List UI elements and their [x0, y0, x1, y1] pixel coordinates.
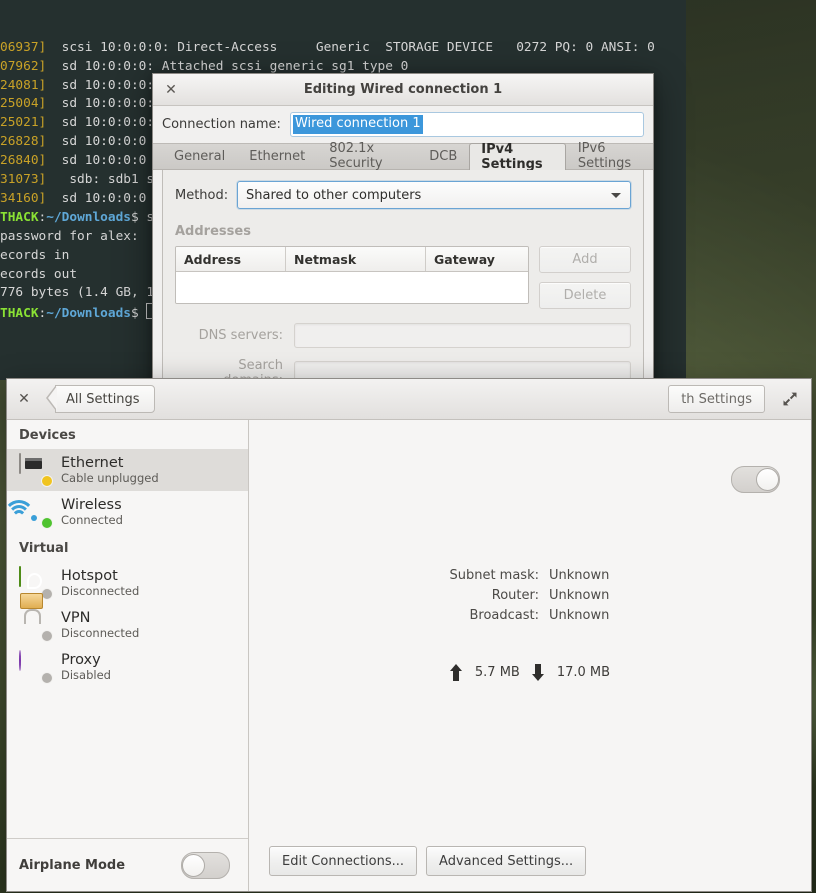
detail-value: Unknown	[549, 608, 610, 623]
connection-name-row: Connection name: Wired connection 1	[153, 106, 653, 143]
sidebar-item-ethernet[interactable]: Ethernet Cable unplugged	[7, 449, 248, 491]
addresses-buttons: Add Delete	[539, 246, 631, 309]
sidebar-item-vpn[interactable]: VPN Disconnected	[7, 593, 248, 646]
settings-main-panel: Subnet mask: Unknown Router: Unknown Broadca…	[249, 420, 811, 891]
maximize-icon[interactable]	[781, 390, 799, 408]
status-badge	[41, 517, 53, 529]
dialog-titlebar: ✕ Editing Wired connection 1	[153, 74, 653, 106]
terminal-line: 06937] scsi 10:0:0:0: Direct-Access Gene…	[0, 39, 655, 55]
sidebar-group-label: Virtual	[19, 541, 69, 556]
dialog-tabbar: General Ethernet 802.1x Security DCB IPv4 Se…	[153, 141, 653, 172]
device-status: Connected	[61, 512, 123, 527]
settings-body: Devices Ethernet Cable unplugged Wireless Co…	[7, 420, 811, 891]
delete-address-button[interactable]: Delete	[539, 282, 631, 309]
sidebar-item-hotspot[interactable]: Hotspot Disconnected	[7, 562, 248, 604]
connection-details: Subnet mask: Unknown Router: Unknown Broadca…	[249, 568, 811, 623]
column-header-netmask: Netmask	[286, 247, 426, 271]
all-settings-label: All Settings	[66, 391, 140, 407]
method-value: Shared to other computers	[246, 187, 422, 203]
add-address-button[interactable]: Add	[539, 246, 631, 273]
settings-sidebar: Devices Ethernet Cable unplugged Wireless Co…	[7, 420, 249, 891]
detail-row: Subnet mask: Unknown	[249, 568, 811, 583]
traffic-stats: 5.7 MB 17.0 MB	[249, 664, 811, 681]
field-row: DNS servers:	[175, 323, 631, 348]
detail-label: Broadcast:	[469, 608, 539, 623]
settings-close-icon[interactable]: ✕	[7, 391, 41, 407]
toggle-knob	[756, 468, 779, 491]
network-settings-window: ✕ All Settings th Settings Devices Ethern…	[6, 378, 812, 892]
sidebar-item-proxy[interactable]: Proxy Disabled	[7, 646, 248, 688]
detail-label: Subnet mask:	[449, 568, 539, 583]
upload-arrow-icon	[449, 664, 463, 681]
desktop-root: 06937] scsi 10:0:0:0: Direct-Access Gene…	[0, 0, 816, 893]
column-header-address: Address	[176, 247, 286, 271]
device-status: Disabled	[61, 667, 111, 682]
detail-label: Router:	[491, 588, 539, 603]
addresses-table[interactable]: Address Netmask Gateway	[175, 246, 529, 304]
status-badge	[41, 475, 53, 487]
settings-header: ✕ All Settings th Settings	[7, 379, 811, 420]
tab-ethernet[interactable]: Ethernet	[237, 143, 317, 169]
device-name: Ethernet	[61, 455, 124, 472]
addresses-table-header: Address Netmask Gateway	[176, 247, 528, 272]
connection-name-input[interactable]: Wired connection 1	[289, 112, 644, 137]
tab-ipv4-settings[interactable]: IPv4 Settings	[469, 142, 566, 172]
close-icon[interactable]: ✕	[162, 81, 180, 98]
method-row: Method: Shared to other computers	[175, 181, 631, 209]
device-enable-toggle[interactable]	[731, 466, 780, 493]
airplane-mode-toggle[interactable]	[181, 851, 230, 879]
bluetooth-settings-button[interactable]: th Settings	[668, 385, 765, 413]
tab-ipv6-settings[interactable]: IPv6 Settings	[566, 141, 653, 171]
connection-name-value: Wired connection 1	[292, 115, 423, 134]
proxy-globe-icon	[19, 650, 53, 684]
airplane-mode-label: Airplane Mode	[19, 857, 126, 873]
sidebar-group-label: Devices	[19, 428, 76, 443]
upload-value: 5.7 MB	[474, 665, 520, 680]
airplane-mode-row: Airplane Mode	[7, 838, 248, 891]
device-status: Disconnected	[61, 583, 140, 598]
edit-connections-button[interactable]: Edit Connections...	[269, 846, 418, 876]
device-name: Hotspot	[61, 568, 118, 585]
addresses-area: Address Netmask Gateway Add Delete	[175, 246, 631, 309]
dns-servers-input[interactable]	[294, 323, 631, 348]
device-name: VPN	[61, 610, 91, 627]
toggle-knob	[182, 853, 205, 877]
dns-servers-label: DNS servers:	[198, 328, 283, 343]
detail-row: Broadcast: Unknown	[249, 608, 811, 623]
settings-header-right: th Settings	[668, 379, 811, 419]
device-name: Proxy	[61, 652, 101, 669]
method-dropdown[interactable]: Shared to other computers	[237, 181, 631, 209]
settings-footer: Edit Connections... Advanced Settings...	[249, 831, 811, 891]
device-toggle-wrap	[731, 466, 780, 493]
method-label: Method:	[175, 187, 229, 203]
download-value: 17.0 MB	[556, 665, 611, 680]
vpn-lock-icon	[19, 593, 53, 642]
tab-general[interactable]: General	[162, 143, 237, 169]
status-badge	[41, 630, 53, 642]
connection-name-label: Connection name:	[162, 117, 281, 132]
status-badge	[41, 672, 53, 684]
all-settings-button[interactable]: All Settings	[46, 385, 155, 413]
dialog-title: Editing Wired connection 1	[303, 82, 503, 97]
sidebar-item-wireless[interactable]: Wireless Connected	[7, 491, 248, 533]
device-status: Cable unplugged	[61, 470, 159, 485]
chevron-down-icon	[611, 192, 621, 198]
device-name: Wireless	[61, 497, 122, 514]
advanced-settings-button[interactable]: Advanced Settings...	[426, 846, 587, 876]
addresses-table-body[interactable]	[176, 272, 528, 303]
detail-row: Router: Unknown	[249, 588, 811, 603]
device-status: Disconnected	[61, 625, 140, 640]
detail-value: Unknown	[549, 588, 610, 603]
column-header-gateway: Gateway	[434, 251, 495, 267]
tab-802-1x-security[interactable]: 802.1x Security	[317, 141, 417, 171]
device-list: Devices Ethernet Cable unplugged Wireless Co…	[7, 420, 248, 838]
download-arrow-icon	[531, 664, 545, 681]
back-arrow-inner-icon	[48, 386, 57, 410]
wifi-icon	[7, 496, 53, 529]
addresses-label: Addresses	[175, 224, 251, 239]
tab-dcb[interactable]: DCB	[417, 143, 469, 169]
ethernet-icon	[19, 453, 53, 487]
detail-value: Unknown	[549, 568, 610, 583]
